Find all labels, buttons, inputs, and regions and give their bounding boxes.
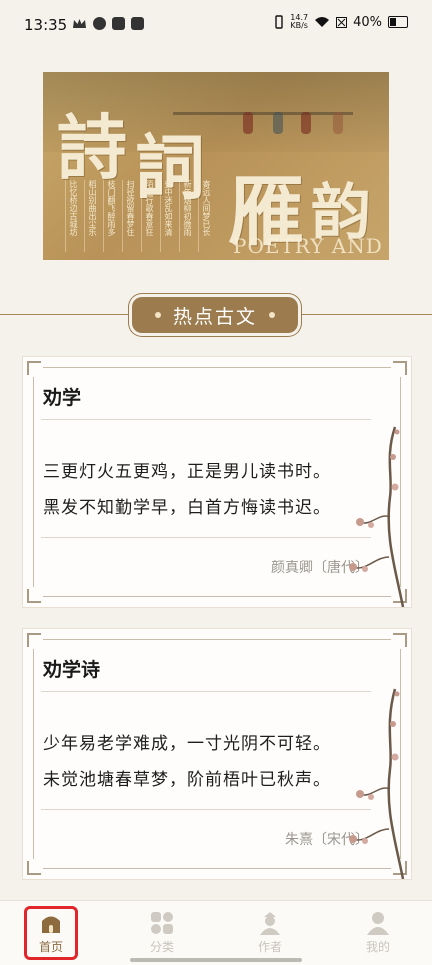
poem-divider bbox=[41, 691, 371, 692]
poem-title: 劝学诗 bbox=[43, 659, 101, 681]
poem-divider bbox=[41, 419, 371, 420]
poem-card[interactable]: 劝学 三更灯火五更鸡，正是男儿读书时。 黑发不知勤学早，白首方悔读书迟。 颜真卿… bbox=[22, 356, 412, 608]
section-dot-right bbox=[269, 312, 275, 318]
author-icon bbox=[260, 912, 280, 935]
vibrate-icon bbox=[275, 15, 283, 29]
banner-col: 扫径欲留春梦住 bbox=[122, 180, 135, 252]
nav-label-category: 分类 bbox=[149, 940, 174, 954]
poem-line: 未觉池塘春草梦，阶前梧叶已秋声。 bbox=[43, 770, 331, 790]
section-title: 热点古文 bbox=[132, 297, 298, 333]
nav-item-profile[interactable]: 我的 bbox=[324, 901, 432, 965]
poem-divider bbox=[41, 809, 371, 810]
banner-col: 稻山别曲出尘乐 bbox=[84, 180, 97, 252]
poem-line: 黑发不知勤学早，白首方悔读书迟。 bbox=[43, 498, 331, 518]
category-icon bbox=[151, 912, 173, 934]
plum-branch-icon bbox=[349, 426, 405, 607]
plum-branch-icon bbox=[349, 688, 405, 879]
check-badge-icon bbox=[93, 17, 106, 30]
wifi-icon bbox=[315, 17, 330, 27]
status-time: 13:35 bbox=[24, 16, 68, 34]
nav-label-author: 作者 bbox=[257, 940, 282, 954]
nav-item-category[interactable]: 分类 bbox=[108, 901, 216, 965]
message-app-icon bbox=[131, 17, 144, 30]
banner-poem-columns: 比忆桥边古城坊 稻山别曲出尘乐 枝门翻飞醉雨多 扫径欲留春梦住 陌上行歌春意狂 … bbox=[65, 180, 211, 252]
battery-icon bbox=[388, 16, 408, 28]
banner-col: 陌上行歌春意狂 bbox=[141, 180, 154, 252]
section-dot-left bbox=[154, 312, 161, 318]
banner-col: 比忆桥边古城坊 bbox=[65, 180, 78, 252]
poem-card[interactable]: 劝学诗 少年易老学难成，一寸光阴不可轻。 未觉池塘春草梦，阶前梧叶已秋声。 朱熹… bbox=[22, 628, 412, 880]
crown-icon bbox=[73, 19, 86, 28]
battery-percent: 40% bbox=[353, 14, 382, 30]
banner-col: 新年烟柳初微雨 bbox=[179, 180, 192, 252]
active-tab-highlight bbox=[24, 906, 78, 960]
media-app-icon bbox=[112, 17, 125, 30]
nav-item-author[interactable]: 作者 bbox=[216, 901, 324, 965]
banner-col: 寄远人间梦已长 bbox=[198, 180, 211, 252]
banner-english-text: POETRY AND bbox=[233, 234, 383, 258]
banner-char-1: 詩 bbox=[57, 106, 127, 189]
profile-icon bbox=[367, 912, 389, 935]
notification-icons bbox=[72, 17, 144, 30]
status-right: 14.7 KB/s 40% bbox=[274, 14, 408, 30]
poem-title: 劝学 bbox=[43, 387, 82, 409]
signal-off-icon bbox=[336, 16, 348, 28]
poem-line: 三更灯火五更鸡，正是男儿读书时。 bbox=[43, 462, 331, 482]
poetry-banner[interactable]: 詩 詞 雁 韵 比忆桥边古城坊 稻山别曲出尘乐 枝门翻飞醉雨多 扫径欲留春梦住 … bbox=[43, 72, 389, 260]
status-bar: 13:35 14.7 KB/s 40% bbox=[0, 0, 432, 52]
net-speed-unit: KB/s bbox=[290, 21, 308, 30]
banner-col: 枝门翻飞醉雨多 bbox=[103, 180, 116, 252]
home-indicator[interactable] bbox=[130, 958, 302, 962]
nav-label-profile: 我的 bbox=[365, 940, 390, 954]
poem-divider bbox=[41, 537, 371, 538]
section-title-text: 热点古文 bbox=[172, 305, 257, 328]
net-speed: 14.7 KB/s bbox=[290, 14, 308, 30]
banner-col: 壶中迷乱如来清 bbox=[160, 180, 173, 252]
poem-line: 少年易老学难成，一寸光阴不可轻。 bbox=[43, 734, 331, 754]
